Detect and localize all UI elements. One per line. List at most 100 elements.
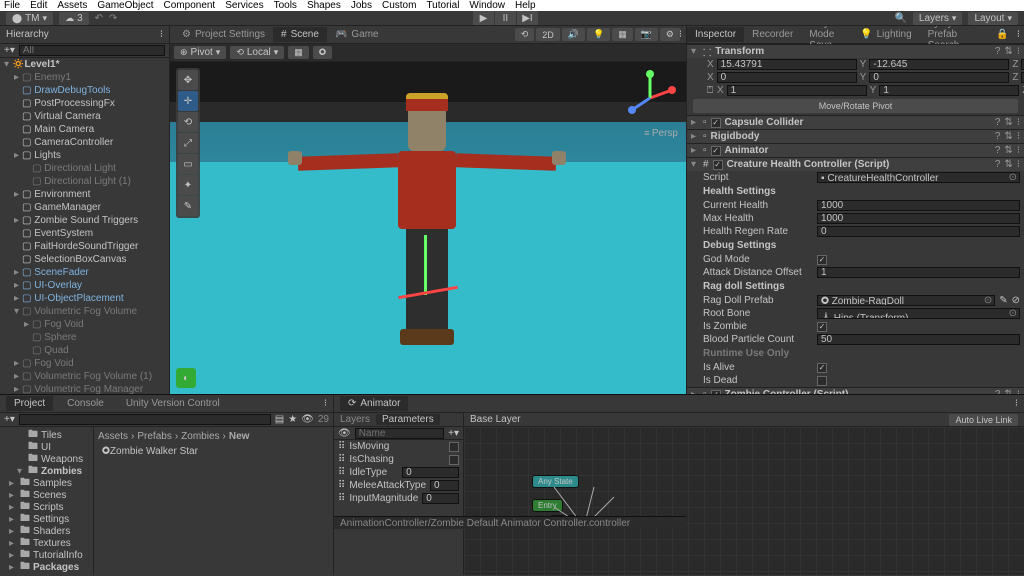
component-header[interactable]: ▸▫Rigidbody?⇅⁝ <box>687 129 1024 143</box>
animator-menu-icon[interactable]: ⁝ <box>1015 398 1018 409</box>
param-handle-icon[interactable]: ⠿ <box>338 493 345 504</box>
component-header[interactable]: ▸▫Animator?⇅⁝ <box>687 143 1024 157</box>
ragdoll-prefab-field[interactable]: 🞉 Zombie-RagDoll <box>817 295 995 306</box>
auto-live-link-toggle[interactable]: Auto Live Link <box>949 414 1018 426</box>
param-bool[interactable] <box>449 455 459 465</box>
hierarchy-item[interactable]: ▸▢ Volumetric Fog Manager <box>0 383 169 394</box>
hierarchy-item[interactable]: ▸▢ Fog Void <box>0 357 169 370</box>
max-health-field[interactable] <box>817 213 1020 224</box>
selected-character[interactable] <box>288 105 568 385</box>
param-search-icon[interactable]: 👁 <box>338 428 351 439</box>
help-icon[interactable]: ? <box>995 131 1001 142</box>
snap-toggle[interactable]: 🞉 <box>313 46 332 59</box>
component-header[interactable]: ▸▫Zombie Controller (Script)?⇅⁝ <box>687 387 1024 394</box>
preset-icon[interactable]: ⇅ <box>1004 46 1012 57</box>
param-bool[interactable] <box>449 442 459 452</box>
hierarchy-item[interactable]: ▢ GameManager <box>0 201 169 214</box>
help-icon[interactable]: ? <box>995 159 1001 170</box>
step-button[interactable]: ▶I <box>517 11 539 25</box>
hierarchy-item[interactable]: ▸▢ Environment <box>0 188 169 201</box>
gear-icon[interactable]: ⁝ <box>1017 46 1020 57</box>
view-tool[interactable]: ✥ <box>178 70 198 90</box>
menu-tools[interactable]: Tools <box>274 0 297 11</box>
hierarchy-item[interactable]: ▢ Directional Light (1) <box>0 175 169 188</box>
rot-x-field[interactable] <box>717 72 857 83</box>
project-tree-item[interactable]: 🖿 Tiles <box>2 429 91 441</box>
project-tree-item[interactable]: ▸🖿 TutorialInfo <box>2 549 91 561</box>
grid-toggle[interactable]: ▦ <box>288 46 309 59</box>
project-tree-item[interactable]: ▸🖿 Scenes <box>2 489 91 501</box>
hierarchy-item[interactable]: ▢ Directional Light <box>0 162 169 175</box>
hierarchy-item[interactable]: ▸▢ SceneFader <box>0 266 169 279</box>
param-handle-icon[interactable]: ⠿ <box>338 480 345 491</box>
hierarchy-item[interactable]: ▸▢ UI-ObjectPlacement <box>0 292 169 305</box>
parameters-tab[interactable]: Parameters <box>376 414 440 425</box>
project-tree-item[interactable]: ▸🖿 Textures <box>2 537 91 549</box>
menu-window[interactable]: Window <box>469 0 505 11</box>
preset-icon[interactable]: ⇅ <box>1004 145 1012 156</box>
hierarchy-item[interactable]: ▢ SelectionBoxCanvas <box>0 253 169 266</box>
animator-param[interactable]: ⠿MeleeAttackType <box>334 479 463 492</box>
hidden-icon[interactable]: 👁 <box>301 414 314 425</box>
transform-component-header[interactable]: ▾⸬ Transform ?⇅⁝ <box>687 44 1024 58</box>
project-menu-icon[interactable]: ⁝ <box>324 398 327 409</box>
root-bone-field[interactable]: 人 Hips (Transform) <box>817 308 1020 319</box>
scene-opt-1[interactable]: 2D <box>536 28 560 41</box>
project-add-icon[interactable]: +▾ <box>4 414 15 425</box>
menu-component[interactable]: Component <box>164 0 216 11</box>
current-health-field[interactable] <box>817 200 1020 211</box>
add-param-icon[interactable]: +▾ <box>448 428 459 439</box>
blood-count-field[interactable] <box>817 334 1020 345</box>
scene-opt-0[interactable]: ⟲ <box>515 28 535 41</box>
project-tree-item[interactable]: 🖿 Weapons <box>2 453 91 465</box>
rot-y-field[interactable] <box>869 72 1009 83</box>
rotate-tool[interactable]: ⟲ <box>178 112 198 132</box>
redo-icon[interactable]: ↷ <box>109 13 117 24</box>
hierarchy-item[interactable]: ▢ CameraController <box>0 136 169 149</box>
chc-enabled-checkbox[interactable] <box>713 160 723 170</box>
param-handle-icon[interactable]: ⠿ <box>338 441 345 452</box>
help-icon[interactable]: ? <box>995 46 1001 57</box>
param-handle-icon[interactable]: ⠿ <box>338 467 345 478</box>
tab-inspector[interactable]: Inspector <box>687 27 744 42</box>
scene-opt-3[interactable]: 💡 <box>587 28 610 41</box>
project-tree-item[interactable]: ▾🖿 Zombies <box>2 465 91 477</box>
help-icon[interactable]: ? <box>995 145 1001 156</box>
filter-icon[interactable]: ▤ <box>275 414 284 425</box>
hierarchy-item[interactable]: ▸▢ Fog Void <box>0 318 169 331</box>
project-tree-item[interactable]: ▸🖿 Samples <box>2 477 91 489</box>
menu-shapes[interactable]: Shapes <box>307 0 341 11</box>
hierarchy-item[interactable]: ▢ PostProcessingFx <box>0 97 169 110</box>
hierarchy-item[interactable]: ▾▢ Volumetric Fog Volume <box>0 305 169 318</box>
animator-param[interactable]: ⠿InputMagnitude <box>334 492 463 505</box>
scene-opt-6[interactable]: ⚙ <box>660 28 680 41</box>
tab-lighting[interactable]: 💡Lighting <box>852 27 919 42</box>
pause-button[interactable]: II <box>495 11 517 25</box>
menu-custom[interactable]: Custom <box>382 0 416 11</box>
undo-icon[interactable]: ↶ <box>95 13 103 24</box>
menu-jobs[interactable]: Jobs <box>351 0 372 11</box>
param-value[interactable] <box>430 480 459 491</box>
tab-animator[interactable]: ⟳ Animator <box>340 396 408 411</box>
scl-x-field[interactable] <box>727 85 867 96</box>
scale-tool[interactable]: ⤢ <box>178 133 198 153</box>
project-tree-item[interactable]: ▸🖿 Settings <box>2 513 91 525</box>
hierarchy-item[interactable]: ▢ Virtual Camera <box>0 110 169 123</box>
project-tree-item[interactable]: ▸🖿 Shaders <box>2 525 91 537</box>
gear-icon[interactable]: ⁝ <box>1017 145 1020 156</box>
tab-game[interactable]: 🎮 Game <box>327 27 387 42</box>
breadcrumb[interactable]: Assets › Prefabs › Zombies › New <box>98 429 329 443</box>
favorite-icon[interactable]: ★ <box>288 414 297 425</box>
pos-x-field[interactable] <box>717 59 857 70</box>
tab-project-settings[interactable]: ⚙ Project Settings <box>174 27 273 42</box>
scene-viewport[interactable]: ✥ ✛ ⟲ ⤢ ▭ ✦ ✎ ≡ P <box>170 62 686 394</box>
inspector-menu-icon[interactable]: ⁝ <box>1013 29 1024 40</box>
layers-dropdown[interactable]: Layers ▾ <box>913 12 963 25</box>
hierarchy-item[interactable]: ▸▢ Volumetric Fog Volume (1) <box>0 370 169 383</box>
hierarchy-item[interactable]: ▢ FaitHordeSoundTrigger <box>0 240 169 253</box>
base-layer-crumb[interactable]: Base Layer <box>470 414 521 425</box>
iszombie-checkbox[interactable] <box>817 322 827 332</box>
hierarchy-scene[interactable]: ▾🔅 Level1* <box>0 58 169 71</box>
hierarchy-item[interactable]: ▢ Sphere <box>0 331 169 344</box>
hierarchy-item[interactable]: ▢ Main Camera <box>0 123 169 136</box>
